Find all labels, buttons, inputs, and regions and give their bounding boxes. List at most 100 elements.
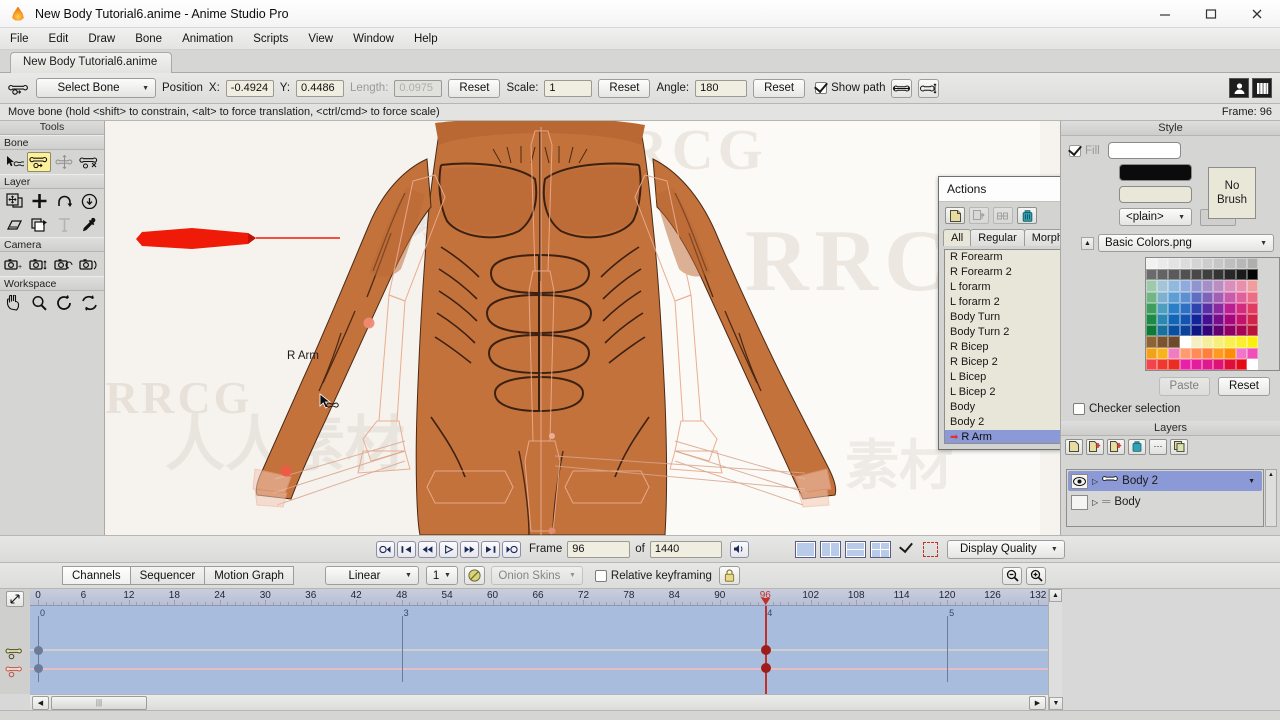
total-frames-input[interactable] [649,540,722,558]
color-swatch[interactable] [1201,269,1214,281]
minimize-button[interactable] [1142,0,1188,28]
reset-position-button[interactable]: Reset [448,78,501,98]
interpolation-icon[interactable] [463,566,485,585]
reset-workspace-tool[interactable] [77,293,101,313]
select-bone-tool[interactable] [2,152,26,172]
play-button[interactable] [439,540,458,558]
color-swatch[interactable] [1235,302,1247,314]
fill-checkbox[interactable]: Fill [1069,144,1100,157]
color-swatch[interactable] [1168,325,1180,337]
speaker-icon[interactable] [729,540,749,558]
cycle-combo[interactable]: 1 ▼ [425,566,458,585]
zoom-out-icon[interactable] [1002,566,1022,585]
color-swatch[interactable] [1179,280,1191,292]
frame-input[interactable] [567,540,631,558]
rotate-layer-x-tool[interactable] [77,191,101,211]
library-icon[interactable] [1252,78,1272,98]
color-swatch[interactable] [1235,291,1247,303]
manipulate-bones-tool[interactable] [52,152,76,172]
palette-scroll-up-icon[interactable]: ▲ [1081,236,1094,250]
new-layer-icon[interactable] [1065,438,1083,455]
color-swatch[interactable] [1190,302,1202,314]
scroll-up-icon[interactable]: ▲ [1049,589,1062,602]
color-swatch[interactable] [1213,291,1225,303]
zoom-camera-tool[interactable] [27,254,51,274]
scroll-down-icon[interactable]: ▼ [1049,697,1063,710]
go-to-end-button[interactable] [502,540,521,558]
color-swatch[interactable] [1157,302,1169,314]
layer-expand-arrow-icon[interactable]: ▷ [1092,498,1098,507]
color-swatch[interactable] [1179,347,1191,359]
color-swatch[interactable] [1146,258,1158,270]
color-swatch[interactable] [1213,347,1225,359]
pan-workspace-tool[interactable] [2,293,26,313]
layers-scrollbar[interactable]: ▲ [1265,469,1277,527]
checkmark-icon[interactable] [901,543,914,555]
bone-strength-icon[interactable] [918,78,940,98]
chevron-down-icon[interactable]: ▼ [1248,478,1259,485]
close-button[interactable] [1234,0,1280,28]
angle-input[interactable] [695,79,748,97]
color-swatch[interactable] [1224,280,1236,292]
split-h-icon[interactable] [844,540,866,558]
zoom-in-icon[interactable] [1026,566,1046,585]
lock-icon[interactable] [718,566,740,585]
rotate-workspace-tool[interactable] [52,293,76,313]
color-swatch[interactable] [1146,325,1158,337]
color-swatch[interactable] [1168,269,1180,281]
scroll-up-icon[interactable]: ▲ [1266,470,1276,481]
playhead-marker[interactable] [761,598,771,605]
menu-scripts[interactable]: Scripts [243,31,298,47]
color-swatch[interactable] [1168,347,1180,359]
interpolation-combo[interactable]: Linear ▼ [324,566,419,585]
color-swatch[interactable] [1235,280,1247,292]
move-layer-tool[interactable] [27,191,51,211]
color-swatch[interactable] [1168,358,1180,370]
color-swatch[interactable] [1224,313,1236,326]
color-swatch[interactable] [1179,258,1191,270]
color-swatch[interactable] [1146,280,1158,292]
scroll-left-icon[interactable]: ◀ [32,695,49,710]
trash-icon[interactable] [1017,207,1037,224]
timeline-vertical-scrollbar[interactable]: ▲ ▼ [1048,589,1063,710]
color-swatch[interactable] [1246,302,1258,314]
menu-view[interactable]: View [298,31,343,47]
color-swatch[interactable] [1246,358,1258,370]
stroke-color-swatch[interactable] [1119,164,1192,181]
checker-selection-checkbox[interactable]: Checker selection [1061,396,1280,415]
scroll-right-icon[interactable]: ▶ [1029,695,1046,710]
color-swatch[interactable] [1179,336,1191,348]
add-bone-tool[interactable] [77,152,101,172]
color-swatch[interactable] [1224,302,1236,314]
shear-layer-tool[interactable] [2,215,26,235]
color-swatch[interactable] [1190,325,1202,337]
color-swatch[interactable] [1246,313,1258,326]
rewind-to-start-button[interactable] [376,540,395,558]
transform-layer-tool[interactable] [2,191,26,211]
color-swatch[interactable] [1224,336,1236,348]
color-swatch[interactable] [1157,325,1169,337]
keyframe-marker[interactable] [760,645,771,655]
color-swatch[interactable] [1235,269,1247,281]
color-swatch[interactable] [1201,325,1214,337]
color-swatch[interactable] [1157,358,1169,370]
color-swatch[interactable] [1190,358,1202,370]
scrollbar-thumb[interactable]: ||| [51,695,147,710]
color-swatch[interactable] [1235,358,1247,370]
color-swatch[interactable] [1146,336,1158,348]
menu-animation[interactable]: Animation [172,31,243,47]
new-doc-icon[interactable] [945,207,965,224]
color-swatch[interactable] [1168,258,1180,270]
tab-regular[interactable]: Regular [970,229,1025,246]
color-swatch[interactable] [1235,347,1247,359]
color-swatch[interactable] [1179,302,1191,314]
color-swatch[interactable] [1213,269,1225,281]
text-tool[interactable] [52,215,76,235]
color-swatch[interactable] [1157,258,1169,270]
color-swatch[interactable] [1246,291,1258,303]
color-swatch[interactable] [1224,347,1236,359]
color-swatch[interactable] [1213,280,1225,292]
reset-scale-button[interactable]: Reset [598,78,651,98]
color-swatch[interactable] [1157,291,1169,303]
effect-color-swatch[interactable] [1119,186,1192,203]
